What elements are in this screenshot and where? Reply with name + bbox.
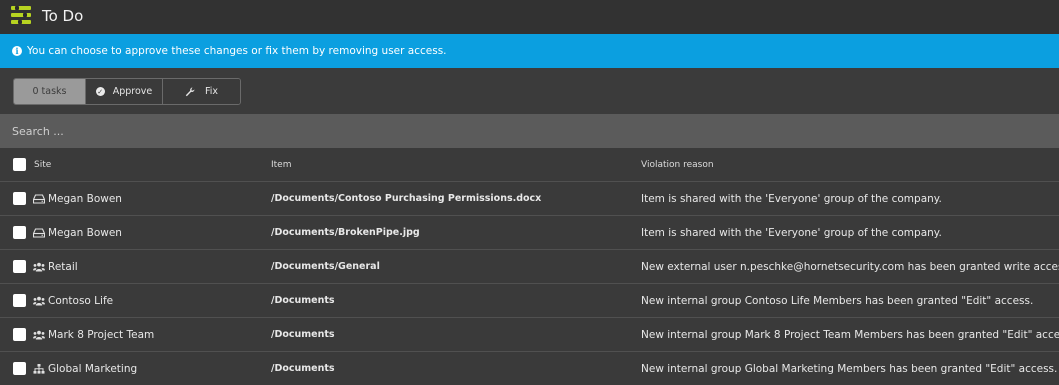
item-path: /Documents — [271, 295, 335, 306]
row-checkbox[interactable] — [13, 260, 26, 273]
item-path: /Documents/General — [271, 261, 380, 272]
site-cell: Megan Bowen — [33, 193, 122, 205]
table-row[interactable]: Retail/Documents/General New external use… — [0, 250, 1059, 284]
site-cell: Global Marketing — [33, 363, 137, 375]
column-header-item[interactable]: Item — [271, 160, 292, 170]
task-count: 0 tasks — [14, 79, 85, 104]
violation-reason: New internal group Mark 8 Project Team M… — [641, 328, 1059, 341]
wrench-icon — [185, 87, 195, 97]
check-circle-icon: ✓ — [95, 87, 105, 96]
item-path: /Documents — [271, 329, 335, 340]
site-cell: Megan Bowen — [33, 227, 122, 239]
search-bar — [0, 114, 1059, 148]
column-header-site[interactable]: Site — [34, 160, 51, 170]
table-header: Site Item Violation reason — [0, 148, 1059, 182]
item-path: /Documents — [271, 363, 335, 374]
violations-table: Site Item Violation reason Megan Bowen/D… — [0, 148, 1059, 385]
site-name: Mark 8 Project Team — [48, 328, 155, 341]
site-name: Global Marketing — [48, 362, 138, 375]
group-icon — [33, 330, 45, 340]
row-checkbox[interactable] — [13, 192, 26, 205]
todo-list-icon — [11, 6, 31, 24]
sitemap-icon — [33, 363, 45, 374]
violation-reason: New external user n.peschke@hornetsecuri… — [641, 260, 1059, 273]
group-icon — [33, 296, 45, 306]
site-name: Contoso Life — [48, 294, 114, 307]
row-checkbox[interactable] — [13, 328, 26, 341]
info-banner-text: You can choose to approve these changes … — [27, 45, 447, 57]
table-row[interactable]: Megan Bowen/Documents/BrokenPipe.jpg Item… — [0, 216, 1059, 250]
site-name: Megan Bowen — [48, 192, 122, 205]
toolbar: 0 tasks ✓ Approve Fix — [0, 68, 1059, 114]
fix-button[interactable]: Fix — [162, 79, 240, 104]
column-header-reason[interactable]: Violation reason — [641, 160, 714, 170]
site-name: Retail — [48, 260, 78, 273]
info-banner: i You can choose to approve these change… — [0, 34, 1059, 68]
group-icon — [33, 262, 45, 272]
item-path: /Documents/Contoso Purchasing Permission… — [271, 193, 542, 204]
table-row[interactable]: Mark 8 Project Team/Documents New interna… — [0, 318, 1059, 352]
site-cell: Retail — [33, 261, 78, 273]
violation-reason: New internal group Global Marketing Memb… — [641, 362, 1058, 375]
app-header: To Do — [0, 0, 1059, 34]
item-path: /Documents/BrokenPipe.jpg — [271, 227, 420, 238]
site-name: Megan Bowen — [48, 226, 122, 239]
approve-button-label: Approve — [112, 86, 153, 97]
page-title: To Do — [42, 7, 84, 25]
violation-reason: New internal group Contoso Life Members … — [641, 294, 1034, 307]
search-input[interactable] — [12, 124, 412, 138]
site-cell: Mark 8 Project Team — [33, 329, 154, 341]
drive-icon — [33, 227, 45, 238]
violation-reason: Item is shared with the 'Everyone' group… — [641, 192, 942, 205]
row-checkbox[interactable] — [13, 226, 26, 239]
site-cell: Contoso Life — [33, 295, 113, 307]
drive-icon — [33, 193, 45, 204]
table-row[interactable]: Contoso Life/Documents New internal group… — [0, 284, 1059, 318]
violation-reason: Item is shared with the 'Everyone' group… — [641, 226, 942, 239]
action-button-group: 0 tasks ✓ Approve Fix — [13, 78, 241, 105]
table-row[interactable]: Global Marketing/Documents New internal g… — [0, 352, 1059, 385]
select-all-checkbox[interactable] — [13, 158, 26, 171]
row-checkbox[interactable] — [13, 294, 26, 307]
approve-button[interactable]: ✓ Approve — [85, 79, 162, 104]
table-row[interactable]: Megan Bowen/Documents/Contoso Purchasing… — [0, 182, 1059, 216]
row-checkbox[interactable] — [13, 362, 26, 375]
info-icon: i — [12, 46, 22, 56]
fix-button-label: Fix — [204, 86, 219, 97]
